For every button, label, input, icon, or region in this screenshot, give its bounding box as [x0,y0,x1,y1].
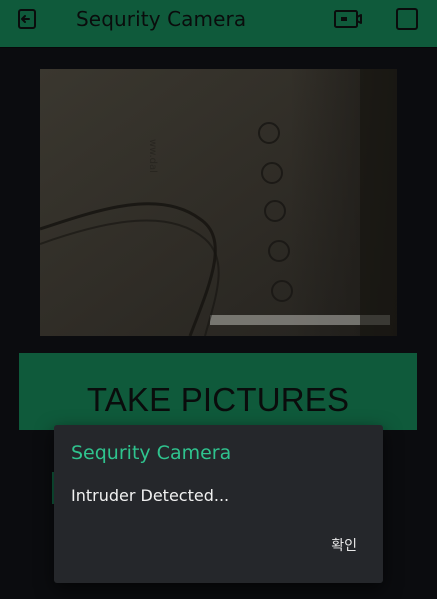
camera-switch-icon[interactable] [333,7,363,31]
dialog-message: Intruder Detected... [71,486,230,505]
dialog-ok-button[interactable]: 확인 [331,537,357,555]
intruder-alert-dialog: Sequrity Camera Intruder Detected... 확인 [54,425,383,583]
stop-icon[interactable] [395,7,419,31]
exit-icon[interactable] [16,7,40,31]
app-bar: Sequrity Camera [0,0,437,47]
dialog-title: Sequrity Camera [71,442,232,464]
svg-text:ww.dal: ww.dal [147,139,158,173]
app-title: Sequrity Camera [76,7,247,31]
take-pictures-button[interactable]: TAKE PICTURES [19,353,417,430]
camera-preview: ww.dal [40,69,397,336]
take-pictures-label: TAKE PICTURES [86,381,350,418]
